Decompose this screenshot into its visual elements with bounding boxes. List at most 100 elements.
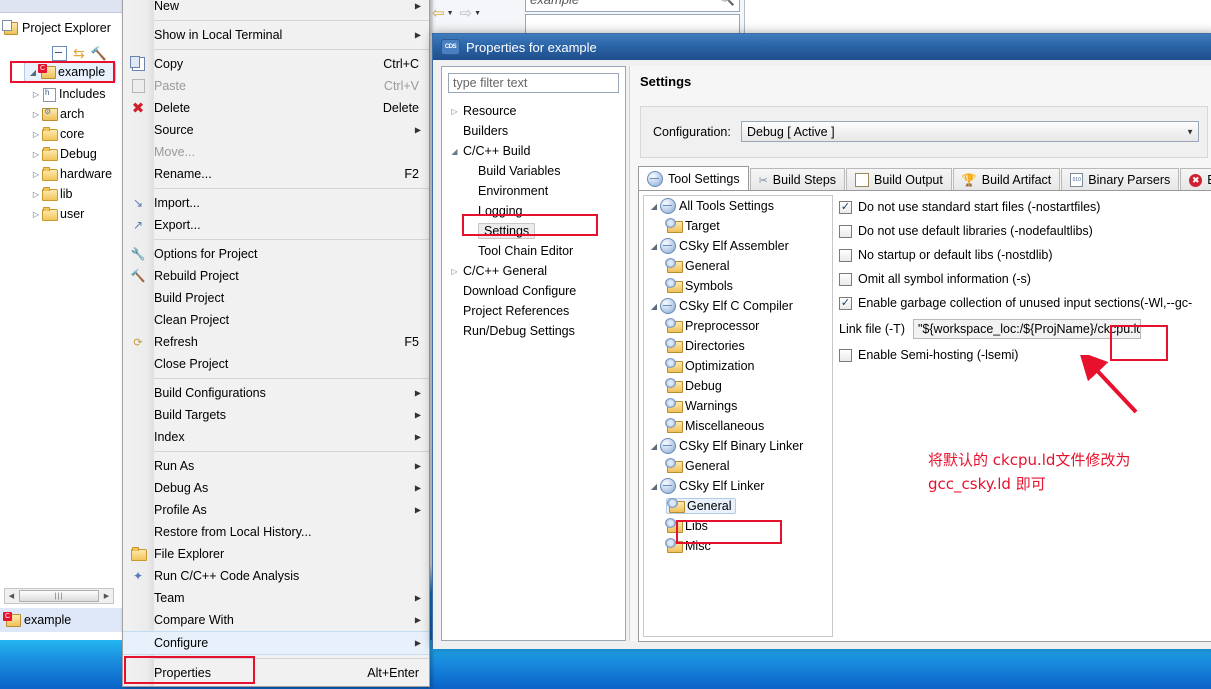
menu-item-close-project[interactable]: Close Project (123, 353, 429, 375)
tools-node-csky-elf-linker[interactable]: ◢ CSky Elf Linker (644, 476, 832, 496)
tab-build-steps[interactable]: ✂ Build Steps (749, 168, 846, 191)
menu-item-rebuild-project[interactable]: 🔨 Rebuild Project (123, 265, 429, 287)
menu-item-options-for-project[interactable]: 🔧 Options for Project (123, 243, 429, 265)
collapse-twisty[interactable]: ◢ (448, 147, 461, 156)
checkbox[interactable] (839, 248, 852, 262)
collapse-twisty[interactable]: ▷ (30, 90, 42, 99)
collapse-twisty[interactable]: ◢ (648, 302, 660, 311)
collapse-twisty[interactable]: ▷ (30, 130, 42, 139)
checkbox[interactable] (839, 296, 852, 310)
menu-item-debug-as[interactable]: Debug As ▶ (123, 477, 429, 499)
option-gc-sections[interactable]: Enable garbage collection of unused inpu… (839, 291, 1209, 315)
option-nostdlib[interactable]: No startup or default libs (-nostdlib) (839, 243, 1209, 267)
menu-item-team[interactable]: Team ▶ (123, 587, 429, 609)
dialog-title-bar[interactable]: CDS Properties for example (433, 34, 1211, 60)
tools-node-assembler-general[interactable]: General (644, 256, 832, 276)
explorer-horizontal-scrollbar[interactable]: ◀ ||| ▶ (4, 588, 114, 604)
filter-input[interactable]: type filter text (448, 73, 619, 93)
nav-item-download-configure[interactable]: Download Configure (442, 281, 625, 301)
menu-item-copy[interactable]: Copy Ctrl+C (123, 53, 429, 75)
tab-build-output[interactable]: Build Output (846, 168, 952, 191)
collapse-twisty[interactable]: ◢ (648, 442, 660, 451)
checkbox[interactable] (839, 272, 852, 286)
tools-node-directories[interactable]: Directories (644, 336, 832, 356)
build-hammer-icon[interactable]: 🔨 (91, 47, 107, 60)
collapse-twisty[interactable]: ▷ (30, 170, 42, 179)
tools-node-csky-elf-c-compiler[interactable]: ◢ CSky Elf C Compiler (644, 296, 832, 316)
menu-item-run-code-analysis[interactable]: ✦ Run C/C++ Code Analysis (123, 565, 429, 587)
tools-node-preprocessor[interactable]: Preprocessor (644, 316, 832, 336)
collapse-twisty[interactable]: ◢ (648, 482, 660, 491)
back-arrow-icon[interactable]: ⇦ (432, 6, 445, 21)
collapse-twisty[interactable]: ▷ (30, 110, 42, 119)
menu-item-compare-with[interactable]: Compare With ▶ (123, 609, 429, 631)
menu-item-profile-as[interactable]: Profile As ▶ (123, 499, 429, 521)
explorer-status-item[interactable]: example (0, 608, 122, 632)
menu-item-file-explorer[interactable]: File Explorer (123, 543, 429, 565)
collapse-twisty[interactable]: ▷ (30, 190, 42, 199)
tools-node-csky-elf-assembler[interactable]: ◢ CSky Elf Assembler (644, 236, 832, 256)
option-nostartfiles[interactable]: Do not use standard start files (-nostar… (839, 195, 1209, 219)
checkbox[interactable] (839, 200, 852, 214)
background-search-field[interactable]: example 🔍 (525, 0, 740, 12)
expand-twisty[interactable]: ▷ (448, 107, 461, 116)
forward-arrow-icon[interactable]: ⇨ (460, 6, 473, 21)
nav-item-builders[interactable]: Builders (442, 121, 625, 141)
tools-node-assembler-symbols[interactable]: Symbols (644, 276, 832, 296)
back-dropdown-icon[interactable]: ▼ (447, 10, 454, 17)
menu-item-clean-project[interactable]: Clean Project (123, 309, 429, 331)
menu-item-build-configurations[interactable]: Build Configurations ▶ (123, 382, 429, 404)
forward-dropdown-icon[interactable]: ▼ (474, 10, 481, 17)
scroll-left-arrow-icon[interactable]: ◀ (5, 592, 18, 600)
tools-node-debug[interactable]: Debug (644, 376, 832, 396)
nav-item-run-debug-settings[interactable]: Run/Debug Settings (442, 321, 625, 341)
tools-node-binary-linker-general[interactable]: General (644, 456, 832, 476)
menu-item-index[interactable]: Index ▶ (123, 426, 429, 448)
tools-node-all-tools-settings[interactable]: ◢ All Tools Settings (644, 196, 832, 216)
menu-item-build-targets[interactable]: Build Targets ▶ (123, 404, 429, 426)
menu-item-build-project[interactable]: Build Project (123, 287, 429, 309)
menu-item-restore-from-local-history[interactable]: Restore from Local History... (123, 521, 429, 543)
collapse-all-icon[interactable] (52, 45, 67, 61)
tools-node-optimization[interactable]: Optimization (644, 356, 832, 376)
menu-item-refresh[interactable]: ⟳ Refresh F5 (123, 331, 429, 353)
option-omit-symbols[interactable]: Omit all symbol information (-s) (839, 267, 1209, 291)
menu-item-configure[interactable]: Configure ▶ (123, 631, 429, 655)
link-file-input[interactable]: "${workspace_loc:/${ProjName}/ckcpu.ld}" (912, 319, 1141, 339)
menu-item-delete[interactable]: ✖ Delete Delete (123, 97, 429, 119)
tools-node-linker-general[interactable]: General (644, 496, 832, 516)
menu-item-show-in-local-terminal[interactable]: Show in Local Terminal ▶ (123, 24, 429, 46)
collapse-twisty[interactable]: ◢ (648, 242, 660, 251)
checkbox[interactable] (839, 224, 852, 238)
collapse-twisty[interactable]: ▷ (30, 150, 42, 159)
configuration-combobox[interactable]: Debug [ Active ] ▼ (741, 121, 1199, 142)
chevron-down-icon[interactable]: ▼ (1186, 127, 1194, 136)
expand-twisty[interactable]: ▷ (448, 267, 461, 276)
menu-item-new[interactable]: New ▶ (123, 0, 429, 17)
tab-error-parsers[interactable]: ✖ E (1180, 168, 1211, 191)
nav-item-environment[interactable]: Environment (442, 181, 625, 201)
tab-build-artifact[interactable]: 🏆 Build Artifact (952, 168, 1061, 191)
tools-node-target[interactable]: Target (644, 216, 832, 236)
tab-binary-parsers[interactable]: 010 Binary Parsers (1061, 168, 1180, 191)
link-with-editor-icon[interactable]: ⇆ (73, 46, 85, 60)
collapse-twisty[interactable]: ◢ (648, 202, 660, 211)
tools-node-miscellaneous[interactable]: Miscellaneous (644, 416, 832, 436)
nav-item-cpp-build[interactable]: ◢ C/C++ Build (442, 141, 625, 161)
menu-item-import[interactable]: ↘ Import... (123, 192, 429, 214)
menu-item-source[interactable]: Source ▶ (123, 119, 429, 141)
nav-item-cpp-general[interactable]: ▷ C/C++ General (442, 261, 625, 281)
tab-tool-settings[interactable]: Tool Settings (638, 166, 749, 191)
scroll-right-arrow-icon[interactable]: ▶ (100, 592, 113, 600)
tools-node-csky-elf-binary-linker[interactable]: ◢ CSky Elf Binary Linker (644, 436, 832, 456)
option-nodefaultlibs[interactable]: Do not use default libraries (-nodefault… (839, 219, 1209, 243)
menu-item-rename[interactable]: Rename... F2 (123, 163, 429, 185)
nav-item-tool-chain-editor[interactable]: Tool Chain Editor (442, 241, 625, 261)
checkbox[interactable] (839, 348, 852, 362)
menu-item-run-as[interactable]: Run As ▶ (123, 455, 429, 477)
scrollbar-thumb[interactable]: ||| (19, 590, 99, 602)
menu-item-export[interactable]: ↗ Export... (123, 214, 429, 236)
nav-item-project-references[interactable]: Project References (442, 301, 625, 321)
nav-item-resource[interactable]: ▷ Resource (442, 101, 625, 121)
tools-node-warnings[interactable]: Warnings (644, 396, 832, 416)
